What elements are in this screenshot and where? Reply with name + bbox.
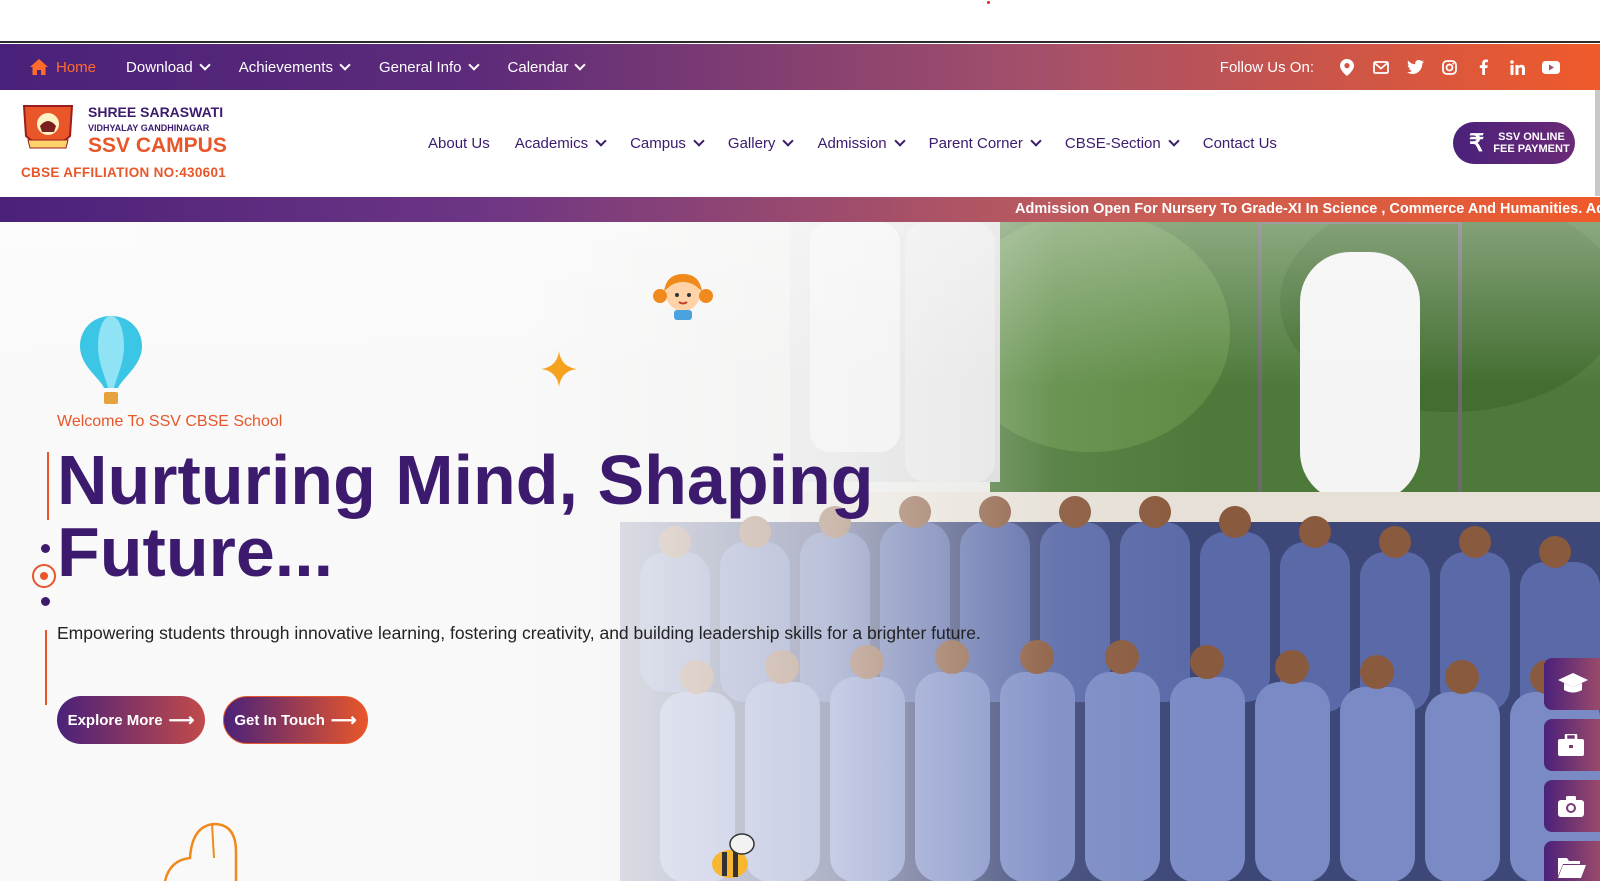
nav-admission[interactable]: Admission [817,134,906,152]
ticker-text[interactable]: Admission Open For Nursery To Grade-XI I… [1015,201,1600,217]
nav-campus[interactable]: Campus [630,134,705,152]
nav-campus-label: Campus [630,134,686,152]
chevron-down-icon [893,134,906,147]
star-icon [541,351,577,387]
welcome-text: Welcome To SSV CBSE School [57,413,283,430]
hero-headline-line1: Nurturing Mind, Shaping [57,441,874,519]
main-nav: About Us Academics Campus Gallery Admiss… [428,90,1302,196]
nav-cbse-section[interactable]: CBSE-Section [1064,134,1180,152]
rupee-icon: ₹ [1469,129,1485,157]
fee-button-line1: SSV ONLINE [1498,131,1565,143]
arrow-right-icon: ⟶ [168,709,195,730]
side-quick-links [1544,658,1600,881]
bee-icon [712,833,755,878]
nav-about-us[interactable]: About Us [428,135,490,152]
explore-more-label: Explore More [67,711,163,729]
hero-headline: Nurturing Mind, Shaping Future... [57,444,937,588]
decorative-dot [41,597,50,606]
topnav-home-label: Home [56,58,97,76]
school-crest-logo[interactable] [20,102,76,154]
nav-about-us-label: About Us [428,134,490,152]
side-tab-gallery[interactable] [1544,780,1600,832]
camera-icon [1558,795,1584,817]
main-header: SHREE SARASWATI VIDHYALAY GANDHINAGAR SS… [0,90,1600,196]
folder-open-icon [1558,858,1586,878]
chevron-down-icon [1030,134,1042,147]
linkedin-icon[interactable] [1508,58,1526,76]
scrollbar[interactable] [1595,90,1600,196]
hero-headline-line2: Future... [57,513,334,591]
chevron-down-icon [199,58,211,71]
explore-more-button[interactable]: Explore More ⟶ [57,696,205,744]
nav-parent-corner[interactable]: Parent Corner [928,134,1042,152]
topnav-home[interactable]: Home [30,59,96,76]
hero-subtext: Empowering students through innovative l… [57,623,981,643]
nav-academics[interactable]: Academics [514,134,607,152]
side-tab-careers[interactable] [1544,719,1600,771]
chevron-down-icon [467,58,480,71]
chevron-down-icon [574,58,587,71]
page: Home Download Achievements General Info … [0,0,1600,881]
decorative-outline-icon [163,822,238,881]
youtube-icon[interactable] [1542,58,1560,76]
topnav-general-info[interactable]: General Info [378,58,480,76]
location-pin-icon[interactable] [1338,58,1356,76]
school-name-line3: SSV CAMPUS [88,134,227,157]
follow-label: Follow Us On: [1219,58,1314,76]
nav-contact-us[interactable]: Contact Us [1203,135,1277,152]
nav-parent-corner-label: Parent Corner [928,134,1023,152]
decorative-line [45,630,47,705]
topnav-achievements-label: Achievements [238,58,333,76]
decorative-dot [41,544,50,553]
chevron-down-icon [339,58,351,71]
arrow-right-icon: ⟶ [330,709,357,730]
hot-air-balloon-icon [80,316,142,404]
briefcase-icon [1558,734,1584,756]
top-bar: Home Download Achievements General Info … [0,44,1600,90]
decorative-line [47,452,49,520]
nav-cbse-section-label: CBSE-Section [1064,134,1161,152]
fee-button-text: SSV ONLINE FEE PAYMENT [1493,131,1569,155]
affiliation-number: CBSE AFFILIATION NO:430601 [21,165,227,180]
announcement-ticker: Admission Open For Nursery To Grade-XI I… [0,197,1600,222]
topnav-achievements[interactable]: Achievements [238,58,351,76]
side-tab-documents[interactable] [1544,841,1600,881]
browser-blank-strip [0,0,1600,43]
school-name-line2: VIDHYALAY GANDHINAGAR [88,123,210,133]
nav-gallery[interactable]: Gallery [727,134,795,152]
instagram-icon[interactable] [1440,58,1458,76]
chevron-down-icon [693,134,705,147]
home-icon [30,59,48,75]
fee-button-line2: FEE PAYMENT [1493,143,1570,155]
decorative-ring [32,564,56,588]
top-nav: Home Download Achievements General Info … [30,44,614,90]
mail-icon[interactable] [1372,58,1390,76]
topnav-download-label: Download [126,58,193,76]
nav-academics-label: Academics [514,134,589,152]
side-tab-academics[interactable] [1544,658,1600,710]
nav-admission-label: Admission [817,134,887,152]
social-follow: Follow Us On: [1220,44,1560,90]
school-name-line1: SHREE SARASWATI [88,104,224,120]
topnav-calendar-label: Calendar [507,58,569,76]
nav-gallery-label: Gallery [727,134,776,152]
topnav-download[interactable]: Download [126,58,211,76]
chevron-down-icon [782,134,795,147]
twitter-icon[interactable] [1406,58,1424,76]
get-in-touch-label: Get In Touch [234,711,325,729]
get-in-touch-button[interactable]: Get In Touch ⟶ [223,696,368,744]
online-fee-payment-button[interactable]: ₹ SSV ONLINE FEE PAYMENT [1453,122,1575,164]
chevron-down-icon [1168,134,1180,147]
cartoon-girl-icon [653,274,713,320]
topnav-general-info-label: General Info [378,58,462,76]
topnav-calendar[interactable]: Calendar [507,58,587,76]
graduation-cap-icon [1558,673,1588,693]
red-dot [987,1,990,4]
facebook-icon[interactable] [1474,58,1492,76]
chevron-down-icon [595,134,607,147]
hero-section: Welcome To SSV CBSE School Nurturing Min… [0,222,1600,881]
nav-contact-us-label: Contact Us [1202,134,1277,152]
